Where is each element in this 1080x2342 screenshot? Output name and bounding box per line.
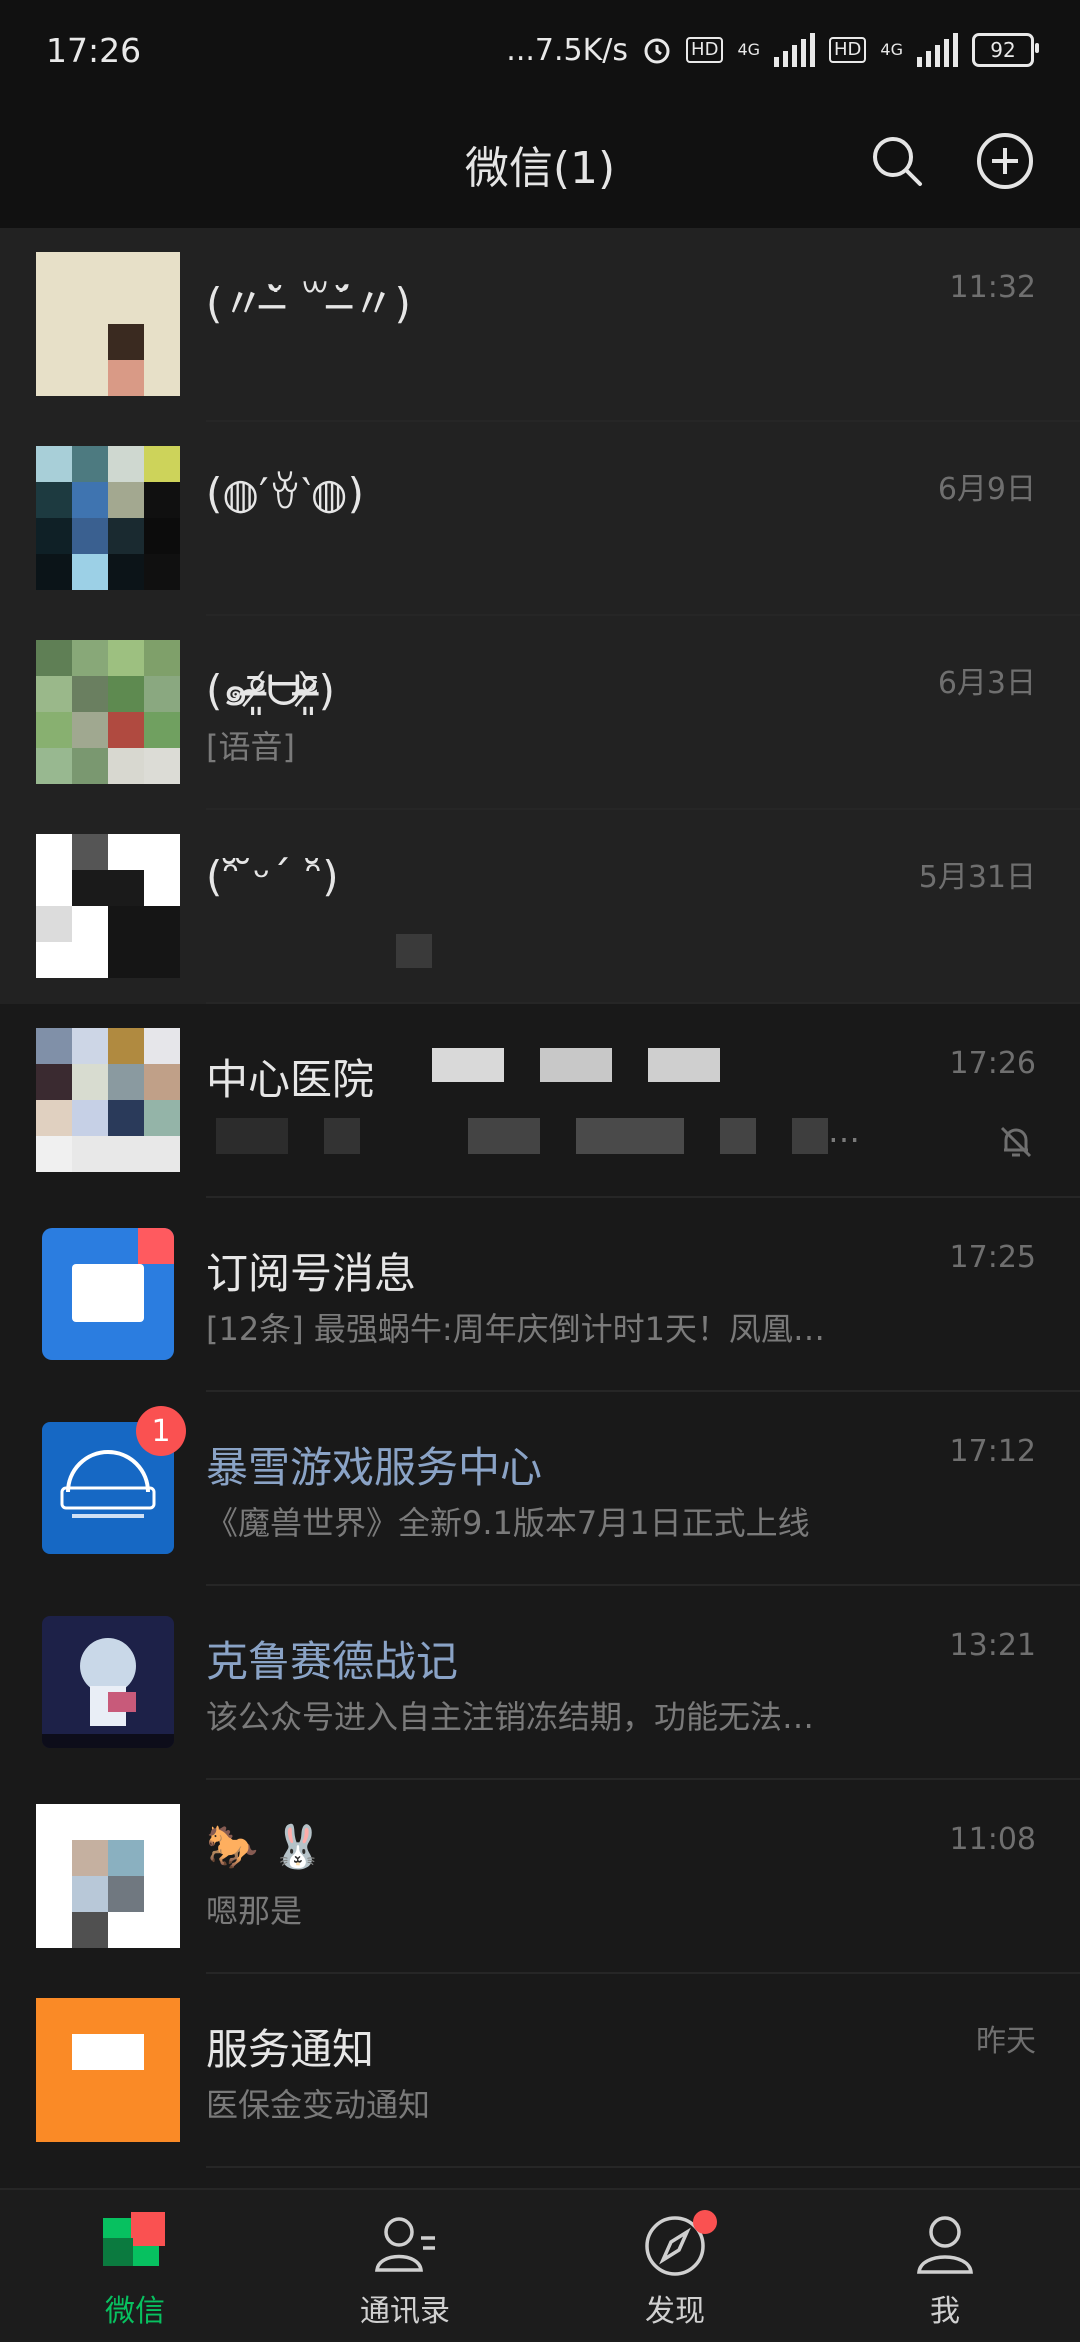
contacts-icon xyxy=(369,2208,441,2280)
compass-icon xyxy=(639,2208,717,2280)
redacted-block xyxy=(468,1118,540,1154)
chat-time: 17:12 xyxy=(949,1434,1036,1469)
new-dot xyxy=(693,2210,717,2234)
add-icon[interactable] xyxy=(974,130,1036,192)
hd-icon: HD xyxy=(686,37,724,63)
redacted-block xyxy=(432,1048,504,1082)
chat-list: (〃˘̶̀ ꒳˘̶́〃) 11:32 (◍′ꈊ‵◍) 6月9日 (๑ᵒ̴̶̷͈᷄… xyxy=(0,228,1080,2168)
top-bar: 微信(1) xyxy=(0,100,1080,228)
network-4g-icon-2: 4G xyxy=(880,40,903,59)
avatar xyxy=(36,446,180,590)
chat-name: (ᵔ̆ ̆ᵕ´ ᵔ̆) xyxy=(206,852,339,901)
chat-item[interactable]: (◍′ꈊ‵◍) 6月9日 xyxy=(0,422,1080,616)
chat-time: 17:25 xyxy=(949,1240,1036,1275)
chat-time: 5月31日 xyxy=(918,860,1036,895)
battery-level: 92 xyxy=(990,38,1016,62)
redacted-block xyxy=(540,1048,612,1082)
search-icon[interactable] xyxy=(866,130,928,192)
chat-item[interactable]: 服务通知 医保金变动通知 昨天 xyxy=(0,1974,1080,2168)
chat-time: 13:21 xyxy=(949,1628,1036,1663)
network-4g-icon: 4G xyxy=(737,40,761,59)
redacted-block xyxy=(648,1048,720,1082)
chat-item[interactable]: 1 暴雪游戏服务中心 《魔兽世界》全新9.1版本7月1日正式上线 17:12 xyxy=(0,1392,1080,1586)
chat-time: 6月3日 xyxy=(937,666,1036,701)
chat-name: 🐎 🐰 xyxy=(206,1822,324,1871)
status-bar: 17:26 ...7.5K/s HD 4G HD 4G 92 xyxy=(0,0,1080,100)
chat-name: 中心医院 xyxy=(206,1055,375,1104)
chat-preview: … xyxy=(828,1112,860,1150)
chat-item[interactable]: (〃˘̶̀ ꒳˘̶́〃) 11:32 xyxy=(0,228,1080,422)
chat-time: 6月9日 xyxy=(937,472,1036,507)
redacted-block xyxy=(720,1118,756,1154)
chat-item[interactable]: (๑ᵒ̴̶̷͈᷄ᗨᵒ̴̶̷͈᷅) [语音] 6月3日 xyxy=(0,616,1080,810)
status-time: 17:26 xyxy=(46,30,142,70)
tab-discover[interactable]: 发现 xyxy=(540,2190,810,2342)
unread-badge: 1 xyxy=(136,1406,186,1456)
alarm-icon xyxy=(644,38,670,64)
chat-item[interactable]: 中心医院 … 17:26 xyxy=(0,1004,1080,1198)
chat-preview: 该公众号进入自主注销冻结期，功能无法… xyxy=(206,1698,815,1736)
redacted-block xyxy=(396,934,432,968)
redacted-block xyxy=(576,1118,684,1154)
chat-preview: 嗯那是 xyxy=(206,1892,303,1930)
signal-icon xyxy=(774,33,816,67)
signal-icon-2 xyxy=(917,33,958,67)
chats-tab-icon xyxy=(99,2208,171,2280)
chat-name: 克鲁赛德战记 xyxy=(206,1637,459,1686)
profile-icon xyxy=(909,2208,981,2280)
bottom-tab-bar: 微信 通讯录 发现 我 xyxy=(0,2188,1080,2342)
chat-name: 暴雪游戏服务中心 xyxy=(206,1443,543,1492)
chat-time: 昨天 xyxy=(976,2024,1036,2059)
chat-name: (๑ᵒ̴̶̷͈᷄ᗨᵒ̴̶̷͈᷅) xyxy=(206,666,336,715)
chat-name: 服务通知 xyxy=(206,2025,375,2074)
avatar xyxy=(36,1804,180,1948)
avatar xyxy=(36,252,180,396)
avatar xyxy=(36,834,180,978)
chat-name: (◍′ꈊ‵◍) xyxy=(206,469,364,518)
chat-time: 17:26 xyxy=(949,1046,1036,1081)
tab-me[interactable]: 我 xyxy=(810,2190,1080,2342)
mute-bell-icon xyxy=(1000,1126,1032,1158)
battery-icon: 92 xyxy=(972,33,1039,67)
service-notice-avatar xyxy=(36,1998,180,2142)
chat-time: 11:08 xyxy=(949,1822,1036,1857)
avatar xyxy=(36,1028,180,1172)
chat-preview: [语音] xyxy=(206,728,295,766)
redacted-block xyxy=(216,1118,288,1154)
redacted-block xyxy=(792,1118,828,1154)
chat-preview: [12条] 最强蜗牛:周年庆倒计时1天！凤凰… xyxy=(206,1310,826,1348)
chat-item[interactable]: 克鲁赛德战记 该公众号进入自主注销冻结期，功能无法… 13:21 xyxy=(0,1586,1080,1780)
redacted-block xyxy=(324,1118,360,1154)
chat-preview: 医保金变动通知 xyxy=(206,2086,431,2124)
tab-label: 发现 xyxy=(645,2294,705,2329)
tab-contacts[interactable]: 通讯录 xyxy=(270,2190,540,2342)
chat-name: (〃˘̶̀ ꒳˘̶́〃) xyxy=(206,279,411,328)
net-speed: ...7.5K/s xyxy=(506,32,629,68)
chat-item[interactable]: (ᵔ̆ ̆ᵕ´ ᵔ̆) 5月31日 xyxy=(0,810,1080,1004)
tab-chats[interactable]: 微信 xyxy=(0,2190,270,2342)
tab-label: 微信 xyxy=(105,2294,165,2329)
game-avatar xyxy=(42,1616,174,1748)
chat-item[interactable]: 订阅号消息 [12条] 最强蜗牛:周年庆倒计时1天！凤凰… 17:25 xyxy=(0,1198,1080,1392)
chat-preview: 《魔兽世界》全新9.1版本7月1日正式上线 xyxy=(206,1504,810,1542)
chat-name: 订阅号消息 xyxy=(206,1249,417,1298)
status-icons: ...7.5K/s HD 4G HD 4G 92 xyxy=(506,32,1039,68)
chat-time: 11:32 xyxy=(949,270,1036,305)
tab-label: 我 xyxy=(930,2294,960,2329)
subscription-avatar xyxy=(42,1228,174,1360)
hd-icon-2: HD xyxy=(829,37,867,63)
tab-label: 通讯录 xyxy=(360,2294,450,2329)
chat-item[interactable]: 🐎 🐰 嗯那是 11:08 xyxy=(0,1780,1080,1974)
avatar xyxy=(36,640,180,784)
